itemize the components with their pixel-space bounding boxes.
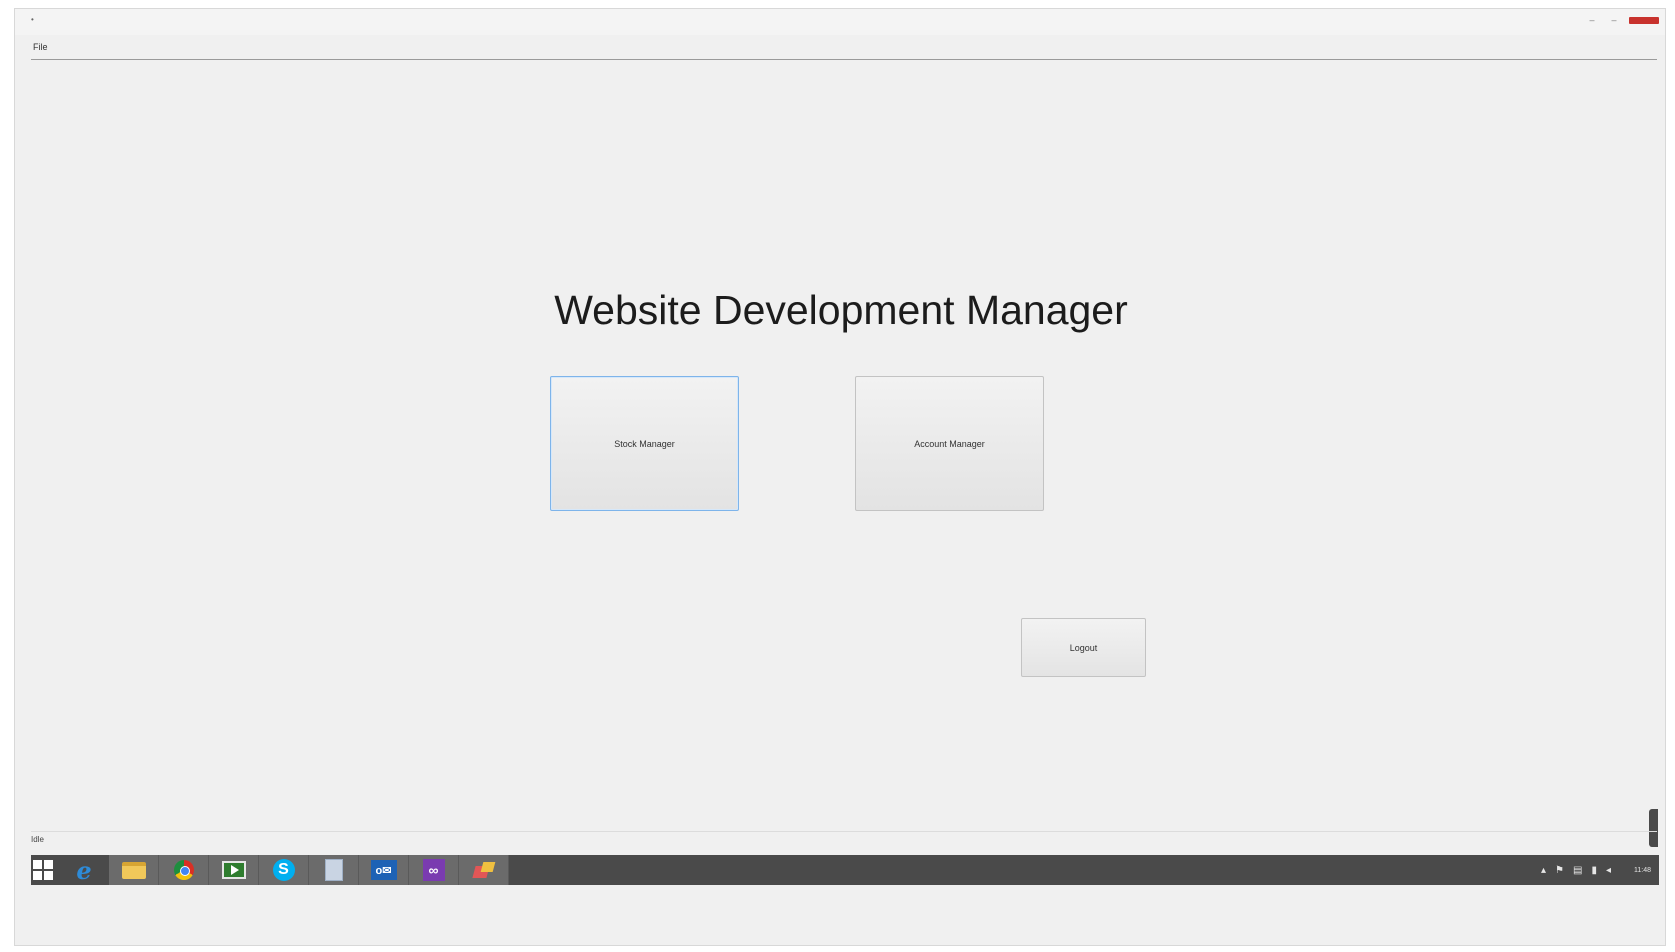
minimize-button[interactable]: –	[1585, 15, 1599, 25]
media-player-icon	[221, 861, 246, 879]
taskbar-document[interactable]	[309, 855, 359, 885]
taskbar-visual-studio[interactable]: ∞	[409, 855, 459, 885]
taskbar-paint[interactable]	[459, 855, 509, 885]
taskbar-file-explorer[interactable]	[109, 855, 159, 885]
stock-manager-button[interactable]: Stock Manager	[550, 376, 739, 511]
taskbar-skype[interactable]: S	[259, 855, 309, 885]
menu-bar: File	[31, 37, 1657, 60]
account-manager-button[interactable]: Account Manager	[855, 376, 1044, 511]
paint-icon	[472, 860, 496, 880]
taskbar-chrome[interactable]	[159, 855, 209, 885]
start-button[interactable]	[31, 855, 59, 885]
network-icon[interactable]: ▤	[1573, 865, 1582, 876]
logout-button[interactable]: Logout	[1021, 618, 1146, 677]
taskbar: e S o✉ ∞ ▴ ⚑ ▤ ▮ ◂ 11:48	[31, 855, 1659, 885]
page-title: Website Development Manager	[554, 287, 1128, 333]
outlook-icon: o✉	[370, 860, 397, 880]
signal-icon[interactable]: ▮	[1591, 865, 1597, 876]
taskbar-internet-explorer[interactable]: e	[59, 855, 109, 885]
status-bar: Idle	[31, 831, 1657, 846]
maximize-button[interactable]: –	[1607, 15, 1621, 25]
action-center-flag-icon[interactable]: ⚑	[1555, 865, 1564, 876]
app-window: • – – File Website Development Manager S…	[14, 8, 1666, 946]
window-controls: – –	[1585, 15, 1659, 25]
menu-file[interactable]: File	[33, 42, 48, 52]
close-button[interactable]	[1629, 16, 1659, 24]
system-tray: ▴ ⚑ ▤ ▮ ◂ 11:48	[1541, 865, 1659, 876]
taskbar-outlook[interactable]: o✉	[359, 855, 409, 885]
clock[interactable]: 11:48	[1634, 866, 1651, 875]
tray-chevron-icon[interactable]: ▴	[1541, 865, 1546, 876]
clock-time: 11:48	[1634, 866, 1651, 874]
title-bar: • – –	[15, 9, 1665, 35]
visual-studio-icon: ∞	[422, 859, 445, 881]
skype-icon: S	[272, 859, 295, 881]
chrome-icon	[173, 860, 194, 880]
volume-icon[interactable]: ◂	[1606, 865, 1611, 876]
taskbar-media-player[interactable]	[209, 855, 259, 885]
internet-explorer-icon: e	[76, 855, 92, 885]
windows-logo-icon	[33, 860, 53, 880]
document-icon	[324, 859, 343, 881]
app-icon: •	[31, 15, 34, 24]
status-label: Idle	[31, 835, 44, 844]
file-explorer-icon	[121, 861, 146, 879]
